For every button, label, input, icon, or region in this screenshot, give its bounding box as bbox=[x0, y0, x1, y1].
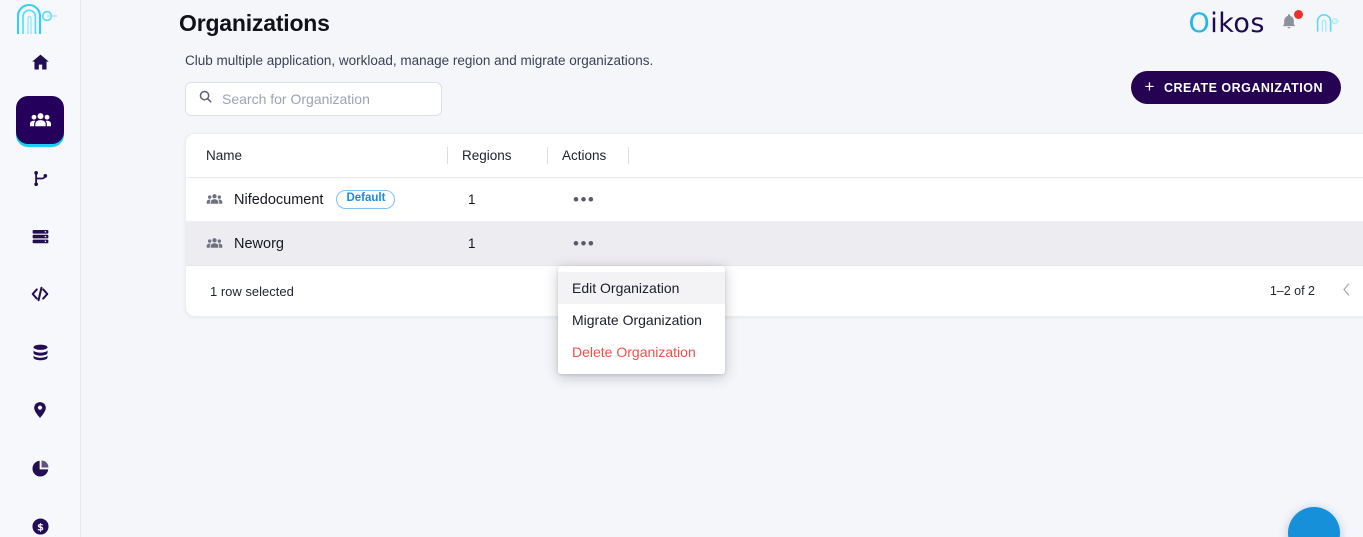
ellipsis-horizontal-icon[interactable]: ••• bbox=[567, 231, 601, 256]
notification-button[interactable] bbox=[1279, 10, 1303, 37]
sidebar-item-home[interactable] bbox=[16, 38, 64, 86]
pagination-prev-button[interactable] bbox=[1335, 280, 1358, 302]
cell-regions: 1 bbox=[468, 236, 476, 251]
pie-chart-icon bbox=[30, 458, 51, 479]
sidebar-item-organizations[interactable] bbox=[16, 96, 64, 144]
notification-badge-dot bbox=[1294, 10, 1303, 19]
cell-actions: ••• bbox=[567, 231, 647, 256]
svg-text:$: $ bbox=[37, 522, 44, 533]
search-input[interactable] bbox=[222, 91, 429, 107]
avatar[interactable] bbox=[1315, 10, 1341, 36]
actions-context-menu: Edit Organization Migrate Organization D… bbox=[558, 266, 725, 374]
brand-suffix: ikos bbox=[1210, 7, 1265, 39]
dollar-circle-icon: $ bbox=[30, 516, 51, 537]
sidebar-item-billing[interactable]: $ bbox=[16, 502, 64, 537]
sidebar-nav: $ bbox=[0, 38, 80, 537]
cell-regions: 1 bbox=[468, 192, 476, 207]
create-organization-button[interactable]: + CREATE ORGANIZATION bbox=[1130, 71, 1341, 104]
map-pin-icon bbox=[30, 400, 50, 420]
chevron-left-icon bbox=[1341, 282, 1352, 300]
people-group-icon bbox=[29, 109, 52, 132]
brand-prefix: O bbox=[1188, 7, 1211, 39]
search-box[interactable] bbox=[185, 82, 442, 116]
page-subtitle: Club multiple application, workload, man… bbox=[185, 53, 654, 68]
chat-launcher[interactable] bbox=[1288, 507, 1340, 537]
status-badge: Default bbox=[336, 190, 396, 209]
oikos-arch-logo-icon bbox=[16, 4, 57, 34]
cell-organization-name: Neworg bbox=[186, 235, 468, 252]
sidebar-item-locations[interactable] bbox=[16, 386, 64, 434]
main-content: Oikos Organizations Club multiple applic… bbox=[81, 0, 1363, 537]
people-group-icon bbox=[206, 191, 223, 208]
table-row[interactable]: Neworg 1 ••• bbox=[186, 222, 1363, 266]
people-group-icon bbox=[206, 235, 223, 252]
page-title: Organizations bbox=[179, 10, 330, 36]
ellipsis-horizontal-icon[interactable]: ••• bbox=[567, 187, 601, 212]
sidebar-logo[interactable] bbox=[0, 0, 81, 38]
pagination: 1–2 of 2 bbox=[1270, 280, 1363, 302]
table-footer: 1 row selected 1–2 of 2 bbox=[186, 266, 1363, 316]
column-header-name[interactable]: Name bbox=[186, 134, 447, 178]
selection-status: 1 row selected bbox=[210, 283, 294, 299]
bell-icon bbox=[1279, 14, 1299, 37]
organizations-table-card: Name Regions Actions Nifedocument Defaul… bbox=[185, 133, 1363, 317]
menu-item-edit-organization[interactable]: Edit Organization bbox=[558, 272, 725, 304]
table-row[interactable]: Nifedocument Default 1 ••• bbox=[186, 178, 1363, 222]
sidebar-item-code[interactable] bbox=[16, 270, 64, 318]
column-divider bbox=[628, 147, 629, 164]
organization-name-text: Nifedocument bbox=[234, 191, 324, 208]
database-icon bbox=[30, 342, 51, 363]
brand-logo: Oikos bbox=[1188, 8, 1265, 39]
plus-icon: + bbox=[1144, 77, 1155, 96]
sidebar-item-servers[interactable] bbox=[16, 212, 64, 260]
app-root: $ Oikos Organizations Club multiple appl… bbox=[0, 0, 1363, 537]
create-organization-label: CREATE ORGANIZATION bbox=[1163, 80, 1323, 95]
menu-item-delete-organization[interactable]: Delete Organization bbox=[558, 336, 725, 368]
home-icon bbox=[30, 52, 51, 73]
sidebar-item-pipelines[interactable] bbox=[16, 154, 64, 202]
pagination-label: 1–2 of 2 bbox=[1269, 284, 1315, 298]
column-header-actions[interactable]: Actions bbox=[548, 134, 628, 178]
cell-organization-name: Nifedocument Default bbox=[186, 190, 468, 209]
organization-name-text: Neworg bbox=[234, 235, 284, 252]
topbar: Oikos bbox=[1188, 0, 1363, 46]
oikos-arch-logo-icon bbox=[1316, 13, 1341, 32]
code-brackets-icon bbox=[29, 283, 51, 305]
sidebar-item-database[interactable] bbox=[16, 328, 64, 376]
sidebar-item-analytics[interactable] bbox=[16, 444, 64, 492]
cell-actions: ••• bbox=[567, 187, 647, 212]
sidebar: $ bbox=[0, 0, 81, 537]
menu-item-migrate-organization[interactable]: Migrate Organization bbox=[558, 304, 725, 336]
table-header-row: Name Regions Actions bbox=[186, 134, 1363, 178]
server-stack-icon bbox=[30, 226, 51, 247]
branch-icon bbox=[30, 168, 51, 189]
search-icon bbox=[198, 89, 213, 109]
column-header-regions[interactable]: Regions bbox=[448, 134, 547, 178]
